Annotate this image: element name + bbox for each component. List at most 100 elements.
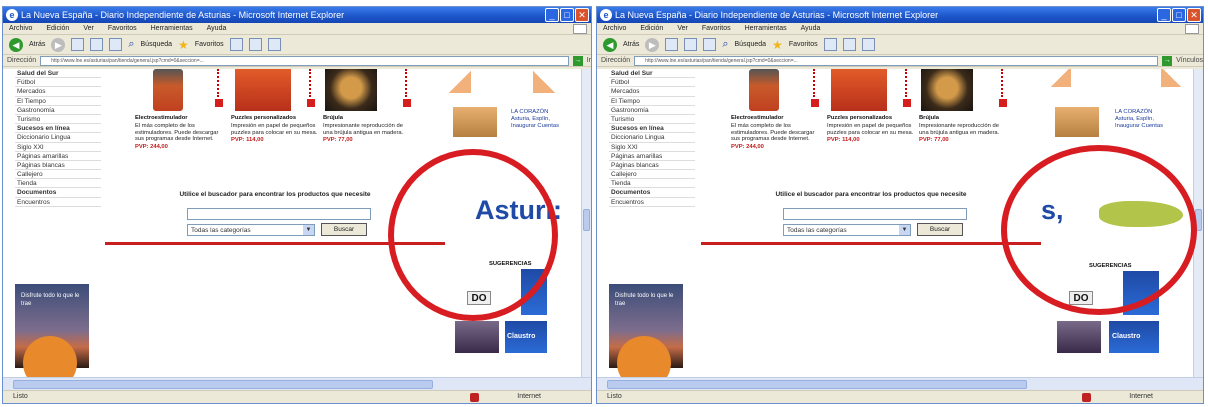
chevron-down-icon[interactable]: ▼: [899, 225, 910, 235]
horizontal-scrollbar[interactable]: [597, 377, 1203, 390]
nav-item[interactable]: Diccionario Lingua: [609, 133, 695, 143]
menu-edit[interactable]: Edición: [640, 23, 663, 34]
refresh-icon[interactable]: [90, 38, 104, 51]
refresh-icon[interactable]: [684, 38, 698, 51]
promo-banner[interactable]: Disfrute todo lo que le trae: [609, 284, 683, 377]
print-icon[interactable]: [267, 38, 281, 51]
nav-item[interactable]: Páginas amarillas: [15, 152, 101, 161]
vertical-scrollbar[interactable]: [581, 69, 591, 377]
menu-tools[interactable]: Herramientas: [745, 23, 787, 34]
chevron-down-icon[interactable]: ▼: [303, 225, 314, 235]
home-icon[interactable]: [703, 38, 717, 51]
claustro-tile[interactable]: Claustro: [505, 321, 547, 353]
history-icon[interactable]: [823, 38, 837, 51]
history-icon[interactable]: [229, 38, 243, 51]
links-label[interactable]: Vínculos: [1176, 57, 1203, 64]
product-name[interactable]: Puzzles personalizados: [231, 115, 319, 122]
nav-item[interactable]: Fútbol: [609, 78, 695, 88]
menu-view[interactable]: Ver: [83, 23, 94, 34]
go-arrow-icon[interactable]: →: [572, 55, 583, 66]
nav-item[interactable]: Tienda: [609, 179, 695, 189]
add-to-cart-icon[interactable]: [811, 99, 819, 107]
product-name[interactable]: Electroestimulador: [731, 115, 819, 122]
add-to-cart-icon[interactable]: [903, 99, 911, 107]
menu-tools[interactable]: Herramientas: [151, 23, 193, 34]
menu-file[interactable]: Archivo: [603, 23, 626, 34]
back-icon[interactable]: ◀: [603, 37, 617, 52]
nav-item[interactable]: Callejero: [15, 170, 101, 180]
search-button[interactable]: Buscar: [321, 223, 367, 236]
news-thumbnail[interactable]: [1055, 107, 1099, 137]
forward-icon[interactable]: ▶: [51, 37, 66, 52]
scroll-thumb[interactable]: [607, 380, 1027, 389]
add-to-cart-icon[interactable]: [215, 99, 223, 107]
close-button[interactable]: ✕: [575, 8, 589, 22]
nav-item[interactable]: Tienda: [15, 179, 101, 189]
back-icon[interactable]: ◀: [9, 37, 23, 52]
nav-item[interactable]: Gastronomía: [609, 106, 695, 115]
maximize-button[interactable]: □: [1172, 8, 1186, 22]
nav-item[interactable]: Sucesos en línea: [609, 124, 695, 134]
nav-item[interactable]: Diccionario Lingua: [15, 133, 101, 143]
minimize-button[interactable]: _: [1157, 8, 1171, 22]
nav-item[interactable]: Encuentros: [609, 198, 695, 207]
add-to-cart-icon[interactable]: [307, 99, 315, 107]
menu-help[interactable]: Ayuda: [801, 23, 821, 34]
nav-item[interactable]: Páginas blancas: [609, 161, 695, 171]
add-to-cart-icon[interactable]: [999, 99, 1007, 107]
search-label[interactable]: Búsqueda: [141, 41, 173, 48]
menu-favorites[interactable]: Favoritos: [702, 23, 731, 34]
close-button[interactable]: ✕: [1187, 8, 1201, 22]
product-image-electrostimulator[interactable]: [153, 69, 183, 111]
category-select[interactable]: Todas las categorías ▼: [187, 224, 315, 236]
search-label[interactable]: Búsqueda: [735, 41, 767, 48]
night-image-tile[interactable]: [455, 321, 499, 353]
nav-item[interactable]: Salud del Sur: [609, 69, 695, 79]
product-image-compass[interactable]: [921, 69, 973, 111]
menu-view[interactable]: Ver: [677, 23, 688, 34]
nav-item[interactable]: Fútbol: [15, 78, 101, 88]
product-image-electrostimulator[interactable]: [749, 69, 779, 111]
nav-item[interactable]: Mercados: [15, 87, 101, 97]
nav-item[interactable]: Páginas amarillas: [609, 152, 695, 161]
menu-favorites[interactable]: Favoritos: [108, 23, 137, 34]
scroll-thumb[interactable]: [13, 380, 433, 389]
address-input[interactable]: http://www.lne.es/asturias/pan/tienda/ge…: [40, 55, 569, 66]
mail-icon[interactable]: [842, 38, 856, 51]
mail-icon[interactable]: [248, 38, 262, 51]
menu-help[interactable]: Ayuda: [207, 23, 227, 34]
scroll-thumb[interactable]: [583, 209, 590, 231]
nav-item[interactable]: Salud del Sur: [15, 69, 101, 79]
category-select[interactable]: Todas las categorías ▼: [783, 224, 911, 236]
stop-icon[interactable]: [71, 38, 85, 51]
nav-item[interactable]: Sucesos en línea: [15, 124, 101, 134]
nav-item[interactable]: Callejero: [609, 170, 695, 180]
favorites-star-icon[interactable]: ★: [772, 38, 783, 52]
nav-item[interactable]: Gastronomía: [15, 106, 101, 115]
nav-item[interactable]: El Tiempo: [609, 97, 695, 106]
maximize-button[interactable]: □: [560, 8, 574, 22]
news-thumbnail[interactable]: [453, 107, 497, 137]
product-name[interactable]: Brújula: [323, 115, 411, 122]
stop-icon[interactable]: [665, 38, 679, 51]
product-name[interactable]: Electroestimulador: [135, 115, 223, 122]
nav-item[interactable]: Siglo XXI: [609, 143, 695, 152]
claustro-tile[interactable]: Claustro: [1109, 321, 1159, 353]
go-label[interactable]: Ir: [587, 57, 591, 64]
nav-item[interactable]: Documentos: [15, 188, 101, 198]
address-input[interactable]: http://www.lne.es/asturias/pan/tienda/ge…: [634, 55, 1159, 66]
search-icon[interactable]: ⌕: [722, 38, 728, 51]
back-label[interactable]: Atrás: [623, 41, 639, 48]
nav-item[interactable]: Encuentros: [15, 198, 101, 207]
nav-item[interactable]: Mercados: [609, 87, 695, 97]
promo-banner[interactable]: Disfrute todo lo que le trae: [15, 284, 89, 377]
forward-icon[interactable]: ▶: [645, 37, 660, 52]
nav-item[interactable]: Siglo XXI: [15, 143, 101, 152]
print-icon[interactable]: [861, 38, 875, 51]
product-search-input[interactable]: [783, 208, 967, 220]
go-arrow-icon[interactable]: →: [1162, 55, 1173, 66]
product-name[interactable]: Brújula: [919, 115, 1007, 122]
search-button[interactable]: Buscar: [917, 223, 963, 236]
favorites-star-icon[interactable]: ★: [178, 38, 189, 52]
favorites-label[interactable]: Favoritos: [789, 41, 818, 48]
